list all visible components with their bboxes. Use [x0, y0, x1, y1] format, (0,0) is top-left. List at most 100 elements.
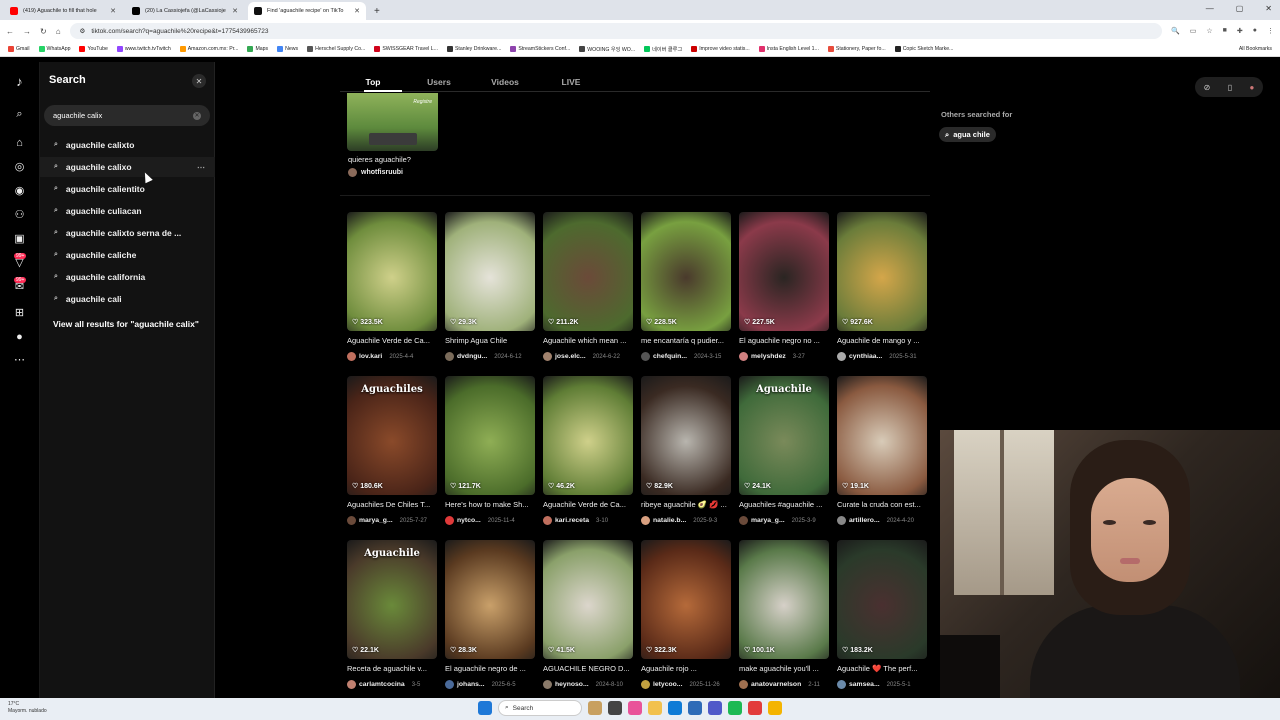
video-caption[interactable]: Curate la cruda con est... — [837, 500, 927, 509]
video-caption[interactable]: Receta de aguachile v... — [347, 664, 437, 673]
video-author-row[interactable]: cynthiaa... 2025-5-31 — [837, 352, 927, 361]
top-video-thumbnail[interactable]: Registre — [347, 93, 438, 151]
url-bar[interactable]: ⚙ tiktok.com/search?q=aguachile%20recipe… — [69, 23, 1163, 39]
tab-users[interactable]: Users — [406, 72, 472, 92]
video-author-row[interactable]: nytco... 2025-11-4 — [445, 516, 535, 525]
video-thumbnail[interactable]: ♡ 46.2K — [543, 376, 633, 495]
tab-live[interactable]: LIVE — [538, 72, 604, 92]
bookmark-item[interactable]: News — [277, 46, 298, 52]
video-caption[interactable]: Here's how to make Sh... — [445, 500, 535, 509]
search-icon[interactable]: ⌕ — [13, 108, 26, 121]
video-caption[interactable]: El aguachile negro no ... — [739, 336, 829, 345]
live-avatar-icon[interactable]: ◉ — [13, 184, 26, 197]
close-tab-icon[interactable]: ✕ — [232, 7, 238, 15]
profile-avatar-icon[interactable]: ● — [13, 330, 26, 343]
upload-icon[interactable]: ⊞ — [13, 306, 26, 319]
bookmark-item[interactable]: Herschel Supply Co... — [307, 46, 365, 52]
tab-top[interactable]: Top — [340, 72, 406, 92]
explore-icon[interactable]: ◎ — [13, 160, 26, 173]
chrome-icon[interactable] — [768, 701, 782, 715]
zoom-icon[interactable]: 🔍 — [1171, 27, 1180, 35]
video-author-row[interactable]: dvdngu... 2024-6-12 — [445, 352, 535, 361]
related-search-chip[interactable]: ⌕ agua chile — [939, 127, 996, 142]
video-author-row[interactable]: carlamtcocina 3-5 — [347, 680, 437, 689]
search-suggestion[interactable]: ⌕ aguachile culiacan — [40, 201, 215, 221]
minimize-icon[interactable]: — — [1206, 4, 1214, 13]
video-author-row[interactable]: chefquin... 2024-3-15 — [641, 352, 731, 361]
browser-tab[interactable]: Find 'aguachile recipe' on TikTo ✕ — [248, 2, 366, 20]
video-card[interactable]: ♡ 323.5K Aguachile Verde de Ca... lov.kari… — [347, 212, 437, 376]
video-caption[interactable]: Aguachile de mango y ... — [837, 336, 927, 345]
home-icon[interactable]: ⌂ — [56, 27, 61, 36]
video-card[interactable]: Aguachiles ♡ 180.6K Aguachiles De Chiles T… — [347, 376, 437, 540]
bookmark-item[interactable]: YouTube — [79, 46, 108, 52]
video-caption[interactable]: Aguachile Verde de Ca... — [543, 500, 633, 509]
top-video-author[interactable]: whotfisruubi — [348, 168, 403, 177]
video-caption[interactable]: Aguachile ❤️ The perf... — [837, 664, 927, 673]
video-card[interactable]: Aguachile ♡ 24.1K Aguachiles #aguachile ..… — [739, 376, 829, 540]
video-card[interactable]: ♡ 41.5K AGUACHILE NEGRO D... heynoso... 202… — [543, 540, 633, 704]
extension-icon[interactable]: ■ — [1223, 27, 1227, 35]
bookmark-item[interactable]: SWISSGEAR Travel L... — [374, 46, 438, 52]
video-thumbnail[interactable]: ♡ 41.5K — [543, 540, 633, 659]
bookmark-item[interactable]: Gmail — [8, 46, 30, 52]
all-bookmarks-folder[interactable]: All Bookmarks — [1239, 46, 1272, 52]
video-card[interactable]: ♡ 322.3K Aguachile rojo ... letycoo... 2025… — [641, 540, 731, 704]
video-author-row[interactable]: anatovarnelson 2-11 — [739, 680, 829, 689]
video-thumbnail[interactable]: ♡ 228.5K — [641, 212, 731, 331]
maximize-icon[interactable]: ▢ — [1236, 4, 1244, 13]
video-thumbnail[interactable]: ♡ 28.3K — [445, 540, 535, 659]
video-caption[interactable]: Aguachiles #aguachile ... — [739, 500, 829, 509]
video-card[interactable]: ♡ 228.5K me encantaría q pudier... chefqui… — [641, 212, 731, 376]
site-info-icon[interactable]: ⚙ — [80, 27, 86, 35]
new-tab-icon[interactable]: + — [374, 6, 380, 17]
video-caption[interactable]: make aguachile you'll ... — [739, 664, 829, 673]
file-explorer-icon[interactable] — [648, 701, 662, 715]
video-author-row[interactable]: natalie.b... 2025-9-3 — [641, 516, 731, 525]
search-suggestion[interactable]: ⌕ aguachile california — [40, 267, 215, 287]
video-thumbnail[interactable]: ♡ 927.6K — [837, 212, 927, 331]
search-suggestion[interactable]: ⌕ aguachile calixto — [40, 135, 215, 155]
menu-kebab-icon[interactable]: ⋮ — [1267, 27, 1274, 35]
video-card[interactable]: ♡ 100.1K make aguachile you'll ... anatova… — [739, 540, 829, 704]
video-card[interactable]: ♡ 927.6K Aguachile de mango y ... cynthiaa… — [837, 212, 927, 376]
video-author-row[interactable]: jose.elc... 2024-6-22 — [543, 352, 633, 361]
windows-start-icon[interactable] — [478, 701, 492, 715]
coins-icon[interactable]: ⊘ — [1204, 83, 1211, 92]
close-tab-icon[interactable]: ✕ — [110, 7, 116, 15]
live-icon[interactable]: ▣ — [13, 232, 26, 245]
video-author-row[interactable]: heynoso... 2024-8-10 — [543, 680, 633, 689]
video-thumbnail[interactable]: ♡ 19.1K — [837, 376, 927, 495]
bookmark-item[interactable]: WhatsApp — [38, 46, 70, 52]
close-tab-icon[interactable]: ✕ — [354, 7, 360, 15]
video-author-row[interactable]: marya_g... 2025-7-27 — [347, 516, 437, 525]
video-thumbnail[interactable]: ♡ 211.2K — [543, 212, 633, 331]
view-all-results-link[interactable]: View all results for "aguachile calix" — [53, 319, 199, 329]
video-caption[interactable]: AGUACHILE NEGRO D... — [543, 664, 633, 673]
search-input[interactable]: aguachile calix ✕ — [44, 105, 210, 126]
clear-search-icon[interactable]: ✕ — [193, 111, 201, 120]
video-thumbnail[interactable]: ♡ 323.5K — [347, 212, 437, 331]
video-caption[interactable]: Shrimp Agua Chile — [445, 336, 535, 345]
bookmark-item[interactable]: Maps — [247, 46, 268, 52]
video-card[interactable]: Aguachile ♡ 22.1K Receta de aguachile v...… — [347, 540, 437, 704]
search-suggestion[interactable]: ⌕ aguachile calixto serna de ... — [40, 223, 215, 243]
video-caption[interactable]: ribeye aguachile 🥑 💋 ... — [641, 500, 731, 509]
home-icon[interactable]: ⌂ — [13, 136, 26, 149]
video-author-row[interactable]: kari.receta 3-10 — [543, 516, 633, 525]
browser-tab[interactable]: (419) Aguachile to fill that hole ✕ — [4, 2, 122, 20]
video-thumbnail[interactable]: Aguachile ♡ 24.1K — [739, 376, 829, 495]
video-caption[interactable]: Aguachile which mean ... — [543, 336, 633, 345]
search-suggestion[interactable]: ⌕ aguachile calientito — [40, 179, 215, 199]
video-card[interactable]: ♡ 227.5K El aguachile negro no ... melyshd… — [739, 212, 829, 376]
following-icon[interactable]: ⚇ — [13, 208, 26, 221]
video-thumbnail[interactable]: ♡ 183.2K — [837, 540, 927, 659]
task-view-icon[interactable] — [608, 701, 622, 715]
bookmark-item[interactable]: Improve video statis... — [691, 46, 750, 52]
video-thumbnail[interactable]: Aguachile ♡ 22.1K — [347, 540, 437, 659]
video-thumbnail[interactable]: ♡ 82.9K — [641, 376, 731, 495]
weather-widget[interactable]: 17°C Mayorm. nublado — [8, 701, 47, 715]
bookmark-item[interactable]: Stationery, Paper fo... — [827, 46, 886, 52]
bookmark-item[interactable]: WOOING 우잉 WO... — [579, 46, 635, 53]
close-window-icon[interactable]: ✕ — [1265, 4, 1272, 13]
